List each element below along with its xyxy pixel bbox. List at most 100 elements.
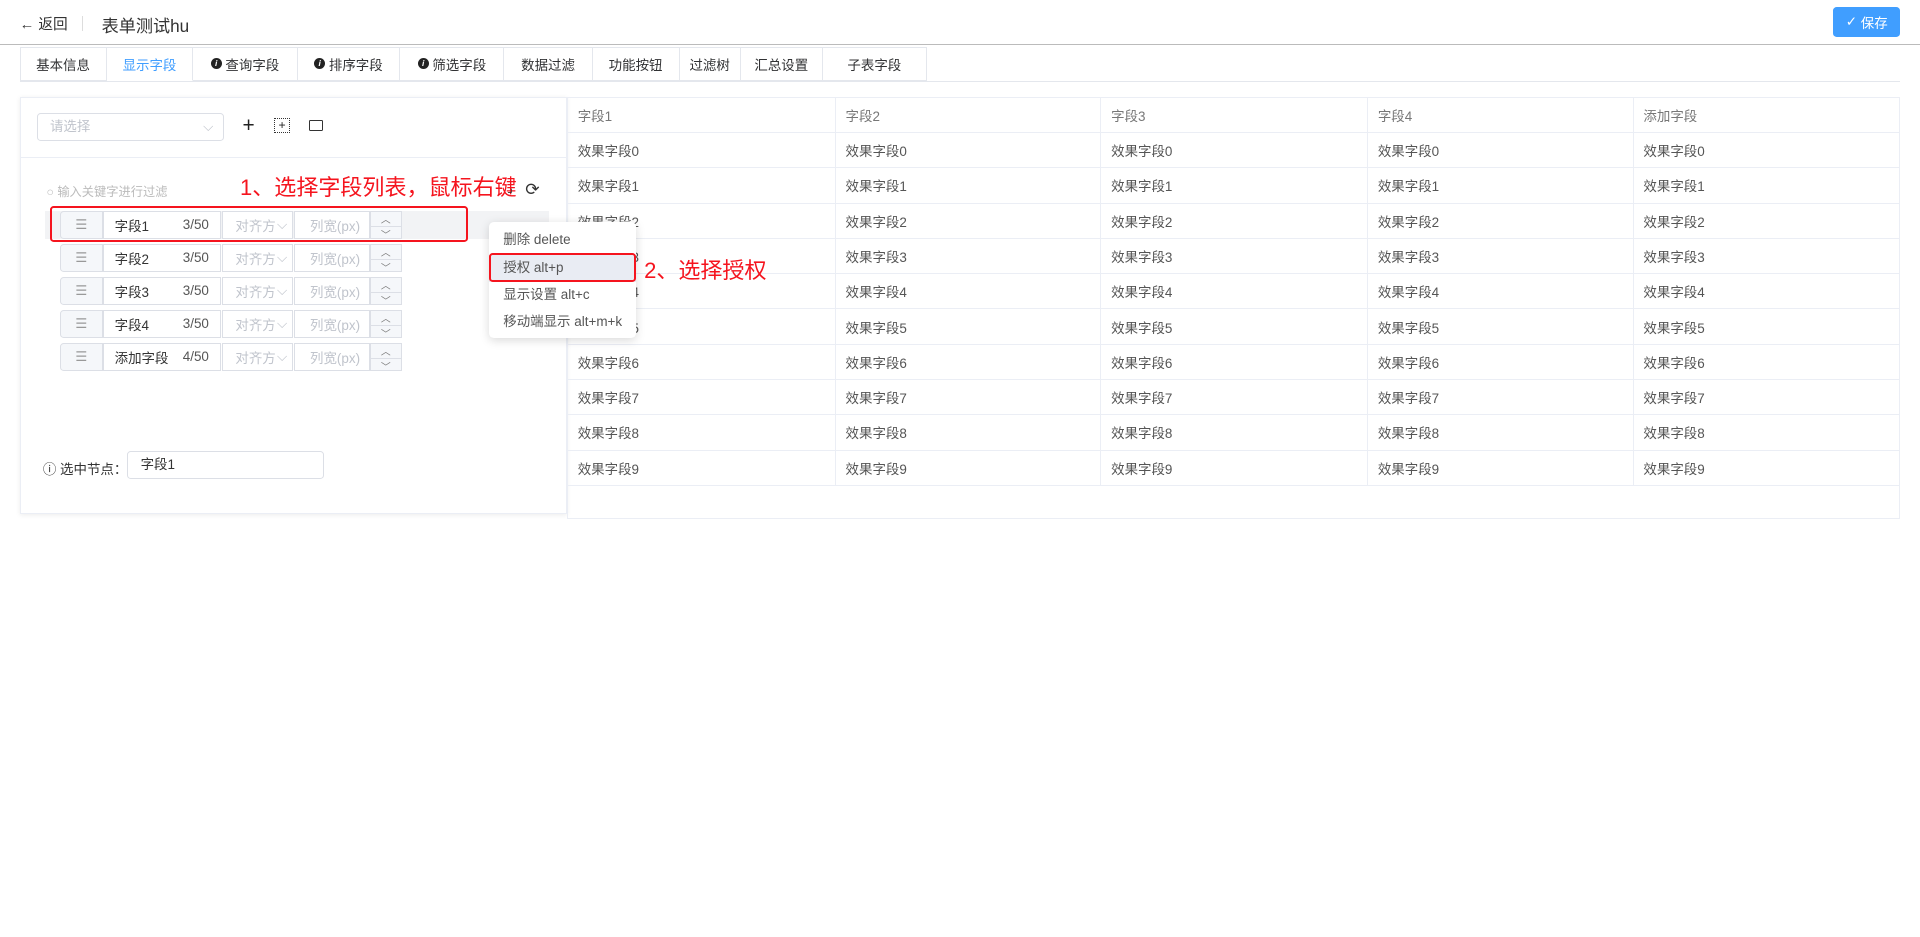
field-name-input[interactable]: 添加字段 4/50 [102, 342, 221, 372]
folder-icon[interactable] [308, 120, 323, 131]
tab-9[interactable]: 子表字段 [822, 46, 927, 81]
table-cell: 效果字段2 [834, 202, 1102, 239]
field-select[interactable]: 请选择 ⌵ [36, 112, 225, 141]
menu-item-delete[interactable]: 删除 delete [489, 227, 636, 254]
table-cell: 效果字段0 [1632, 132, 1901, 169]
tab-0[interactable]: 基本信息 [19, 46, 107, 81]
table-cell: 效果字段3 [1367, 237, 1634, 275]
align-select[interactable]: 对齐方 ⌵ [222, 342, 294, 372]
refresh-icon[interactable]: ⟳ [525, 179, 539, 200]
page-title: 表单测试hu [101, 16, 190, 37]
field-row[interactable]: ☰ 字段3 3/50 对齐方 ⌵ 列宽(px) ︿ ﹀ [60, 276, 402, 307]
table-cell: 效果字段8 [1100, 414, 1369, 451]
tab-4[interactable]: i 筛选字段 [400, 46, 505, 81]
filter-input[interactable]: ○ 输入关键字进行过滤 [47, 182, 168, 200]
add-icon[interactable]: + [242, 114, 254, 138]
table-cell: 效果字段9 [566, 449, 836, 486]
check-icon: ✓ [1845, 14, 1861, 30]
table-cell: 效果字段9 [834, 449, 1102, 486]
column-header: 字段1 [566, 96, 836, 134]
add-group-icon[interactable]: + [274, 117, 290, 134]
tab-3[interactable]: i 排序字段 [297, 46, 401, 81]
align-select[interactable]: 对齐方 ⌵ [222, 276, 294, 305]
drag-handle-icon[interactable]: ☰ [60, 342, 103, 372]
width-input[interactable]: 列宽(px) [294, 276, 370, 305]
chevron-up-icon[interactable]: ︿ [370, 311, 401, 326]
back-button[interactable]: ← 返回 [20, 13, 68, 34]
char-count: 3/50 [182, 316, 209, 332]
empty-cell [566, 484, 1901, 519]
align-placeholder: 对齐方 [235, 317, 276, 333]
table-cell: 效果字段1 [1100, 167, 1369, 204]
panel-divider [19, 156, 567, 158]
field-name: 添加字段 [114, 350, 169, 366]
chevron-up-icon[interactable]: ︿ [370, 278, 401, 293]
menu-item-mobile-display[interactable]: 移动端显示 alt+m+k [489, 309, 636, 336]
tab-7[interactable]: 过滤树 [679, 46, 741, 81]
tab-label: 排序字段 [328, 57, 383, 73]
width-input[interactable]: 列宽(px) [294, 309, 370, 338]
field-row[interactable]: ☰ 添加字段 4/50 对齐方 ⌵ 列宽(px) ︿ ﹀ [60, 342, 402, 373]
chevron-down-icon: ⌵ [203, 118, 214, 134]
drag-handle-icon[interactable]: ☰ [60, 309, 103, 338]
table-cell: 效果字段9 [1632, 449, 1901, 486]
column-header: 字段2 [834, 96, 1102, 134]
drag-handle-icon[interactable]: ☰ [60, 276, 103, 305]
chevron-down-icon[interactable]: ﹀ [371, 359, 401, 373]
align-select[interactable]: 对齐方 ⌵ [222, 309, 294, 338]
table-cell: 效果字段2 [1632, 202, 1901, 239]
divider [82, 15, 84, 31]
table-cell: 效果字段4 [1100, 273, 1369, 310]
tab-1[interactable]: 显示字段 [106, 46, 194, 81]
field-name-input[interactable]: 字段4 3/50 [102, 309, 221, 338]
table-cell: 效果字段4 [1367, 273, 1634, 310]
table-cell: 效果字段5 [1100, 308, 1369, 345]
field-name-input[interactable]: 字段3 3/50 [102, 276, 221, 305]
align-placeholder: 对齐方 [235, 284, 276, 300]
chevron-down-icon[interactable]: ﹀ [371, 260, 401, 274]
table-cell: 效果字段7 [1632, 378, 1901, 416]
field-name-input[interactable]: 字段2 3/50 [102, 243, 221, 272]
column-header: 添加字段 [1632, 96, 1901, 134]
info-icon: i [210, 58, 222, 70]
tab-6[interactable]: 功能按钮 [592, 46, 680, 81]
table-cell: 效果字段2 [1100, 202, 1369, 239]
annotation-box-step1 [50, 205, 468, 243]
menu-item-display-settings[interactable]: 显示设置 alt+c [489, 282, 636, 309]
width-stepper[interactable]: ︿ ﹀ [369, 309, 402, 340]
tab-2[interactable]: i 查询字段 [193, 46, 298, 81]
width-input[interactable]: 列宽(px) [294, 342, 370, 372]
tab-5[interactable]: 数据过滤 [504, 46, 593, 81]
selected-node-input[interactable]: 字段1 [127, 450, 325, 479]
table-cell: 效果字段3 [1632, 237, 1901, 275]
char-count: 4/50 [182, 349, 209, 365]
tab-label: 显示字段 [122, 57, 177, 73]
tab-8[interactable]: 汇总设置 [740, 46, 823, 81]
chevron-up-icon[interactable]: ︿ [370, 344, 401, 359]
chevron-down-icon[interactable]: ﹀ [371, 326, 401, 340]
selected-node-label: ⓘ 选中节点： [42, 461, 128, 477]
field-name: 字段3 [114, 284, 150, 300]
table-cell: 效果字段6 [1100, 343, 1369, 380]
align-placeholder: 对齐方 [235, 251, 276, 267]
chevron-down-icon[interactable]: ﹀ [371, 293, 401, 307]
chevron-up-icon[interactable]: ︿ [370, 245, 401, 260]
table-cell: 效果字段0 [1367, 132, 1634, 169]
width-input[interactable]: 列宽(px) [294, 243, 370, 272]
align-select[interactable]: 对齐方 ⌵ [222, 243, 294, 272]
tabs-divider [19, 80, 1901, 83]
expand-icon[interactable]: ⌟ [507, 181, 513, 195]
width-stepper[interactable]: ︿ ﹀ [369, 243, 402, 274]
chevron-down-icon: ⌵ [277, 282, 288, 298]
table-cell: 效果字段7 [1367, 378, 1634, 416]
drag-handle-icon[interactable]: ☰ [60, 243, 103, 272]
table-cell: 效果字段6 [834, 343, 1102, 380]
table-cell: 效果字段0 [1100, 132, 1369, 169]
field-row[interactable]: ☰ 字段2 3/50 对齐方 ⌵ 列宽(px) ︿ ﹀ [60, 243, 402, 274]
table-cell: 效果字段8 [834, 414, 1102, 451]
field-row[interactable]: ☰ 字段4 3/50 对齐方 ⌵ 列宽(px) ︿ ﹀ [60, 309, 402, 340]
table-cell: 效果字段8 [1367, 414, 1634, 451]
width-stepper[interactable]: ︿ ﹀ [369, 342, 402, 373]
save-button[interactable]: ✓ 保存 [1833, 7, 1901, 37]
width-stepper[interactable]: ︿ ﹀ [369, 276, 402, 307]
